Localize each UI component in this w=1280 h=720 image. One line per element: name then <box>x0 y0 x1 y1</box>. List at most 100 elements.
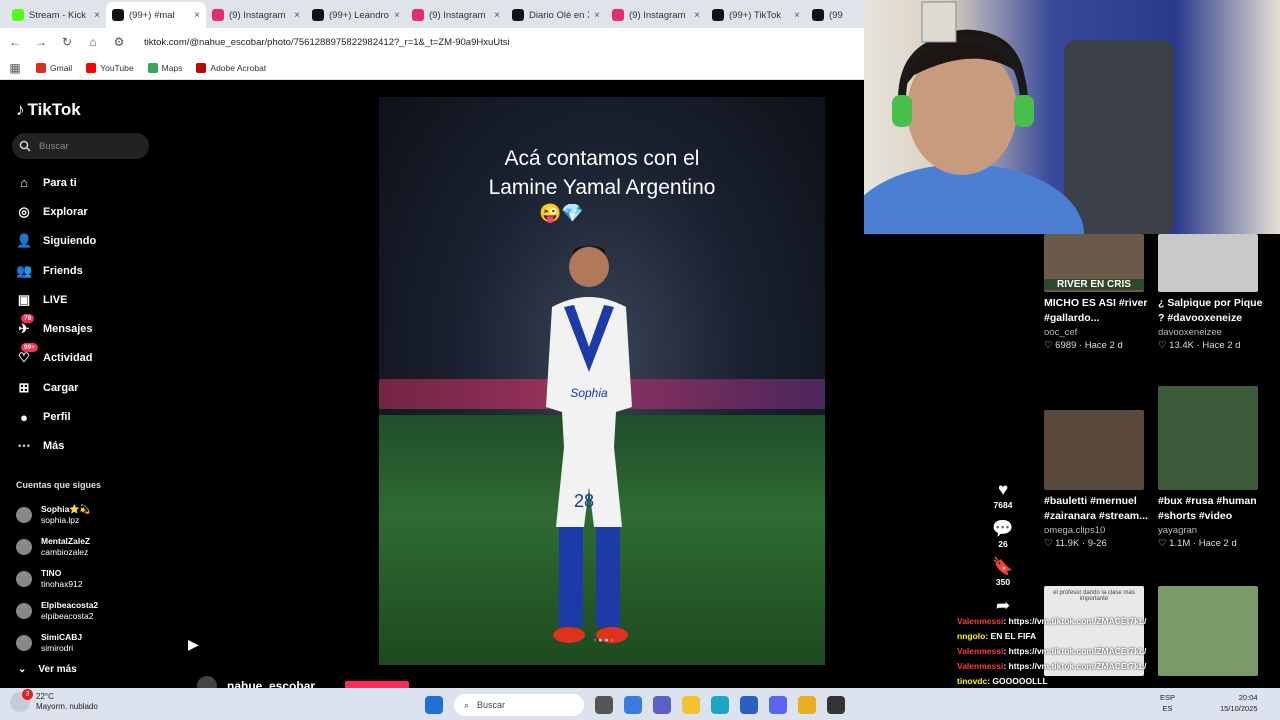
apps-icon[interactable]: ▦ <box>8 61 22 75</box>
taskbar-search[interactable]: ⌕ Buscar <box>454 694 584 716</box>
browser-tab[interactable]: (99× <box>806 2 864 28</box>
copilot-icon[interactable] <box>624 696 642 714</box>
video-card[interactable] <box>1158 586 1263 676</box>
account-name: Elpibeacosta2 <box>41 600 99 610</box>
discord-icon[interactable] <box>769 696 787 714</box>
browser-tab[interactable]: (9) Instagram × <box>206 2 306 28</box>
post-image[interactable]: Sophia 28 Acá contamos con el Lamine Yam… <box>379 97 825 665</box>
sidebar-item[interactable]: ⊞ Cargar <box>16 373 96 402</box>
close-tab-icon[interactable]: × <box>94 10 100 21</box>
forward-icon[interactable]: → <box>34 35 48 49</box>
video-author: yayagran <box>1158 525 1198 536</box>
close-tab-icon[interactable]: × <box>694 10 700 21</box>
sidebar-item[interactable]: ✈ 78 Mensajes <box>16 314 96 343</box>
chrome-icon[interactable] <box>798 696 816 714</box>
video-card[interactable]: RIVER EN CRIS MICHO ES ASI #river #gallar… <box>1044 234 1149 351</box>
browser-tab[interactable]: (99+) Leandro × <box>306 2 406 28</box>
bookmark-item[interactable]: YouTube <box>86 62 134 73</box>
sidebar-item[interactable]: ● Perfil <box>16 402 96 431</box>
chat-text: : https://vm.tiktok.com/ZMACEt7kL/ <box>1003 661 1147 671</box>
bookmark-item[interactable]: Adobe Acrobat <box>196 62 266 73</box>
sidebar-item[interactable]: ▣ LIVE <box>16 285 96 314</box>
teams-icon[interactable] <box>653 696 671 714</box>
file-explorer-icon[interactable] <box>682 696 700 714</box>
account-handle: cambiozalez <box>41 547 89 557</box>
close-tab-icon[interactable]: × <box>494 10 500 21</box>
edge-icon[interactable] <box>711 696 729 714</box>
tab-title: Stream - Kick <box>29 9 87 21</box>
caption-emojis: 😜💎 <box>539 203 584 223</box>
sidebar-item[interactable]: 👤 Siguiendo <box>16 227 96 256</box>
video-thumbnail[interactable] <box>1158 234 1258 292</box>
following-account[interactable]: MentalZaleZ cambiozalez <box>16 531 98 563</box>
chat-text: : https://vm.tiktok.com/ZMACEt7kL/ <box>1003 646 1147 656</box>
reload-icon[interactable]: ↻ <box>60 35 74 49</box>
close-tab-icon[interactable]: × <box>594 10 600 21</box>
language-indicator[interactable]: ESP ES <box>1160 692 1175 714</box>
sidebar-item[interactable]: 👥 Friends <box>16 256 96 285</box>
close-tab-icon[interactable]: × <box>394 10 400 21</box>
like-button[interactable]: ♥ 7684 <box>988 480 1018 519</box>
chevron-down-icon: ⌄ <box>18 664 27 675</box>
chat-text: : https://vm.tiktok.com/ZMACEt7kL/ <box>1003 616 1147 626</box>
save-button[interactable]: 🔖 350 <box>988 557 1018 596</box>
streamer-figure <box>864 1 1174 234</box>
account-names: SimiCABJ simirodri <box>41 632 82 654</box>
video-card[interactable]: #bux #rusa #human #shorts #video yayagran… <box>1158 386 1263 549</box>
following-account[interactable]: Elpibeacosta2 elpibeacosta2 <box>16 595 98 627</box>
close-tab-icon[interactable]: × <box>194 10 200 21</box>
account-names: Sophia⭐💫 sophia.lpz <box>41 504 91 526</box>
carousel-dots[interactable]: ‹ ● ● › <box>594 637 613 644</box>
site-info-icon[interactable]: ⚙ <box>112 35 126 49</box>
close-tab-icon[interactable]: × <box>794 10 800 21</box>
see-more-button[interactable]: ⌄ Ver más <box>18 664 77 675</box>
chat-message: tinovdc: GOOOOOLLL <box>957 674 1147 689</box>
browser-tab[interactable]: Diario Olé en X × <box>506 2 606 28</box>
profile-icon: ● <box>20 409 28 425</box>
video-card[interactable]: #bauletti #mernuel #zairanara #stream...… <box>1044 410 1149 549</box>
sidebar-item[interactable]: ⌂ Para ti <box>16 168 96 197</box>
home-icon[interactable]: ⌂ <box>86 35 100 49</box>
thumbnail-overlay-text: el profesor dando la clase más important… <box>1053 590 1135 602</box>
tab-title: (99+) Leandro <box>329 9 389 21</box>
weather-widget[interactable]: 3 22°C Mayorm. nublado <box>10 689 98 712</box>
bookmark-item[interactable]: Maps <box>147 62 182 73</box>
back-icon[interactable]: ← <box>8 35 22 49</box>
browser-tab[interactable]: (99+) #mal × <box>106 2 206 28</box>
following-list: Sophia⭐💫 sophia.lpz MentalZaleZ cambiozalez… <box>16 499 98 659</box>
video-thumbnail[interactable]: RIVER EN CRIS <box>1044 234 1144 292</box>
sidebar-item[interactable]: ⋯ Más <box>16 432 96 461</box>
bookmark-item[interactable]: Gmail <box>36 62 72 73</box>
bookmark-icon <box>196 62 207 73</box>
video-card[interactable]: ¿ Salpique por Pique ? #davooxeneize davo… <box>1158 234 1263 351</box>
following-icon: 👤 <box>16 233 33 249</box>
play-icon[interactable]: ▶ <box>188 636 199 653</box>
browser-tab[interactable]: Stream - Kick × <box>6 2 106 28</box>
close-tab-icon[interactable]: × <box>294 10 300 21</box>
browser-tab[interactable]: (9) Instagram × <box>406 2 506 28</box>
browser-tab[interactable]: (9) Instagram × <box>606 2 706 28</box>
tab-favicon-icon <box>412 9 424 21</box>
comment-button[interactable]: 💬 26 <box>988 519 1018 558</box>
video-thumbnail[interactable] <box>1158 386 1258 490</box>
browser-tab[interactable]: (99+) TikTok × <box>706 2 806 28</box>
app-icon[interactable] <box>827 696 845 714</box>
windows-start-icon[interactable] <box>425 696 443 714</box>
account-names: TINO tinohax912 <box>41 568 83 590</box>
sidebar-item[interactable]: ♡ 99+ Actividad <box>16 343 96 373</box>
task-view-icon[interactable] <box>595 696 613 714</box>
store-icon[interactable] <box>740 696 758 714</box>
system-clock[interactable]: 20:04 15/10/2025 <box>1220 692 1258 714</box>
tab-favicon-icon <box>12 9 24 21</box>
address-bar[interactable]: tiktok.com/@nahue_escobar/photo/75612889… <box>144 37 510 48</box>
video-thumbnail[interactable] <box>1158 586 1258 676</box>
tiktok-logo[interactable]: ♪ TikTok <box>16 100 81 120</box>
sidebar-item[interactable]: ◎ Explorar <box>16 197 96 226</box>
video-thumbnail[interactable] <box>1044 410 1144 490</box>
account-names: Elpibeacosta2 elpibeacosta2 <box>41 600 98 622</box>
following-account[interactable]: SimiCABJ simirodri <box>16 627 98 659</box>
following-account[interactable]: Sophia⭐💫 sophia.lpz <box>16 499 98 531</box>
search-input[interactable]: Buscar <box>12 133 149 159</box>
following-account[interactable]: TINO tinohax912 <box>16 563 98 595</box>
account-handle: sophia.lpz <box>41 515 80 525</box>
